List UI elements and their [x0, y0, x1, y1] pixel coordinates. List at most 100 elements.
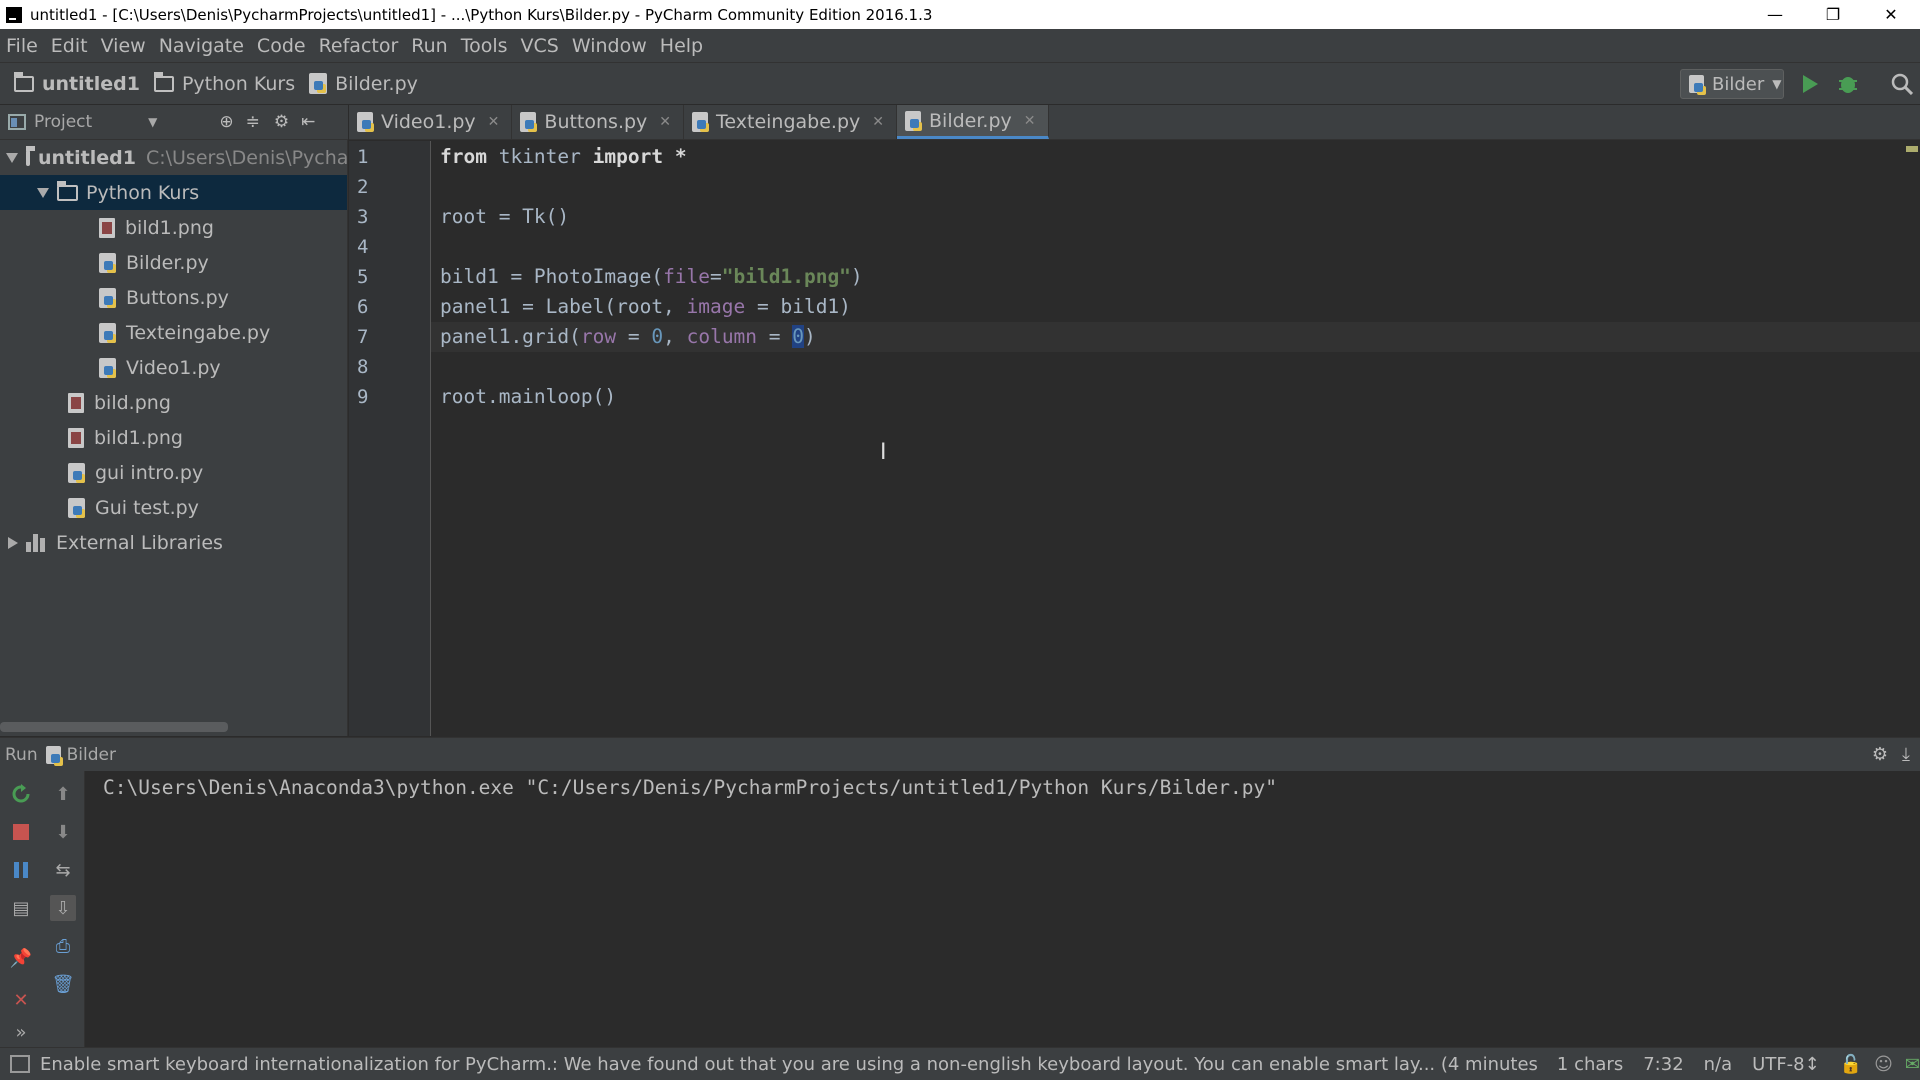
line-number: 1: [357, 146, 369, 168]
image-file-icon: [68, 392, 84, 413]
hide-panel-icon[interactable]: ⤓: [1902, 744, 1910, 765]
run-icon: [1803, 75, 1818, 93]
menu-help[interactable]: Help: [660, 35, 703, 57]
pycharm-logo-icon: [6, 6, 22, 23]
stop-button[interactable]: [8, 819, 34, 845]
menu-edit[interactable]: Edit: [51, 35, 88, 57]
inspector-icon[interactable]: ☺: [1874, 1054, 1893, 1075]
search-icon: [1891, 73, 1913, 95]
code-editor[interactable]: [431, 141, 1920, 736]
collapse-arrow-icon[interactable]: [8, 536, 18, 549]
project-tree-scrollbar[interactable]: [0, 722, 228, 732]
minimize-button[interactable]: —: [1746, 0, 1804, 29]
project-tree: untitled1 C:\Users\Denis\Pycha Python Ku…: [0, 140, 348, 736]
python-file-icon: [99, 252, 116, 273]
menu-vcs[interactable]: VCS: [521, 35, 559, 57]
double-chevron-right-icon: »: [15, 1021, 27, 1043]
menu-view[interactable]: View: [101, 35, 146, 57]
python-file-icon: [520, 112, 537, 132]
menu-file[interactable]: File: [6, 35, 38, 57]
close-tab-icon[interactable]: ✕: [872, 114, 884, 130]
menu-window[interactable]: Window: [572, 35, 647, 57]
tree-item-file[interactable]: bild1.png: [0, 420, 347, 455]
close-window-button[interactable]: ✕: [1862, 0, 1920, 29]
navigation-bar: untitled1 Python Kurs Bilder.py: [0, 63, 1920, 105]
close-run-button[interactable]: ✕: [8, 987, 34, 1013]
python-file-icon: [905, 110, 922, 131]
close-icon: ✕: [13, 989, 29, 1011]
code-line-6: panel1 = Label(root, image = bild1): [440, 295, 851, 318]
toggle-tool-windows-icon[interactable]: [10, 1055, 30, 1073]
settings-gear-icon[interactable]: ⚙: [1872, 744, 1888, 765]
restore-button[interactable]: ❐: [1804, 0, 1862, 29]
run-button[interactable]: [1796, 70, 1824, 98]
selection-count: 1 chars: [1556, 1053, 1624, 1075]
menu-navigate[interactable]: Navigate: [159, 35, 244, 57]
tab-texteingabe[interactable]: Texteingabe.py ✕: [684, 105, 898, 139]
project-view-selector[interactable]: Project ▼: [8, 112, 157, 132]
breadcrumb-project[interactable]: untitled1: [14, 71, 140, 95]
lock-icon[interactable]: 🔓: [1840, 1054, 1862, 1075]
tree-item-file[interactable]: Buttons.py: [0, 280, 347, 315]
pause-button[interactable]: [8, 857, 34, 883]
tree-item-python-kurs[interactable]: Python Kurs: [0, 175, 347, 210]
tree-item-file[interactable]: Bilder.py: [0, 245, 347, 280]
debug-button[interactable]: [1834, 70, 1862, 98]
tree-item-file[interactable]: Gui test.py: [0, 490, 347, 525]
collapse-all-icon[interactable]: ≑: [246, 112, 260, 132]
scroll-down-button[interactable]: ⬇: [50, 819, 76, 845]
folder-icon: [153, 71, 174, 92]
menu-refactor[interactable]: Refactor: [319, 35, 399, 57]
expand-arrow-icon[interactable]: [6, 152, 18, 163]
tree-item-untitled1[interactable]: untitled1 C:\Users\Denis\Pycha: [0, 140, 347, 175]
scroll-up-button[interactable]: ⬆: [50, 781, 76, 807]
line-number: 4: [357, 236, 369, 258]
python-file-icon: [45, 745, 61, 764]
menu-code[interactable]: Code: [257, 35, 306, 57]
file-encoding[interactable]: UTF-8↕: [1752, 1054, 1820, 1075]
event-log-icon[interactable]: ✉: [1905, 1054, 1920, 1075]
layout-button[interactable]: ▤: [8, 895, 34, 921]
pause-icon: [14, 862, 28, 878]
tab-buttons[interactable]: Buttons.py ✕: [512, 105, 685, 139]
tree-item-file[interactable]: bild.png: [0, 385, 347, 420]
scroll-to-end-button[interactable]: ⇩: [50, 895, 76, 921]
close-tab-icon[interactable]: ✕: [1024, 113, 1036, 129]
close-tab-icon[interactable]: ✕: [659, 114, 671, 130]
search-everywhere-button[interactable]: [1888, 70, 1916, 98]
breadcrumb-file[interactable]: Bilder.py: [309, 73, 418, 95]
project-panel-header: Project ▼ ⊕ ≑ ⚙ ⇤: [0, 105, 348, 140]
pin-tab-button[interactable]: 📌: [8, 945, 34, 971]
hide-panel-icon[interactable]: ⇤: [301, 112, 315, 132]
rerun-button[interactable]: [8, 781, 34, 807]
tab-bilder[interactable]: Bilder.py ✕: [897, 105, 1049, 139]
status-message[interactable]: Enable smart keyboard internationalizati…: [40, 1054, 1537, 1075]
title-bar: untitled1 - [C:\Users\Denis\PycharmProje…: [0, 0, 1920, 29]
close-tab-icon[interactable]: ✕: [488, 114, 500, 130]
code-line-3: root = Tk(): [440, 205, 570, 228]
more-actions-button[interactable]: »: [8, 1019, 34, 1045]
breadcrumb-folder[interactable]: Python Kurs: [153, 71, 295, 95]
tree-item-file[interactable]: Texteingabe.py: [0, 315, 347, 350]
clear-all-button[interactable]: 🗑: [50, 971, 76, 997]
menu-run[interactable]: Run: [411, 35, 447, 57]
folder-icon: [14, 71, 34, 92]
tree-item-external-libraries[interactable]: External Libraries: [0, 525, 347, 560]
caret-position[interactable]: 7:32: [1643, 1054, 1683, 1075]
tab-video1[interactable]: Video1.py ✕: [349, 105, 513, 139]
arrow-up-icon: ⬆: [55, 783, 71, 805]
tree-item-file[interactable]: Video1.py: [0, 350, 347, 385]
menu-tools[interactable]: Tools: [461, 35, 508, 57]
settings-gear-icon[interactable]: ⚙: [274, 112, 289, 132]
expand-arrow-icon[interactable]: [37, 187, 49, 198]
line-separator[interactable]: n/a: [1704, 1054, 1733, 1075]
soft-wrap-button[interactable]: ⇆: [50, 857, 76, 883]
scroll-from-source-icon[interactable]: ⊕: [219, 112, 233, 132]
line-number: 2: [357, 176, 369, 198]
print-button[interactable]: ⎙: [50, 933, 76, 959]
image-file-icon: [99, 217, 115, 238]
tree-item-file[interactable]: bild1.png: [0, 210, 347, 245]
run-console[interactable]: [86, 771, 1920, 1047]
run-configuration-dropdown[interactable]: Bilder ▼: [1680, 69, 1784, 99]
tree-item-file[interactable]: gui intro.py: [0, 455, 347, 490]
